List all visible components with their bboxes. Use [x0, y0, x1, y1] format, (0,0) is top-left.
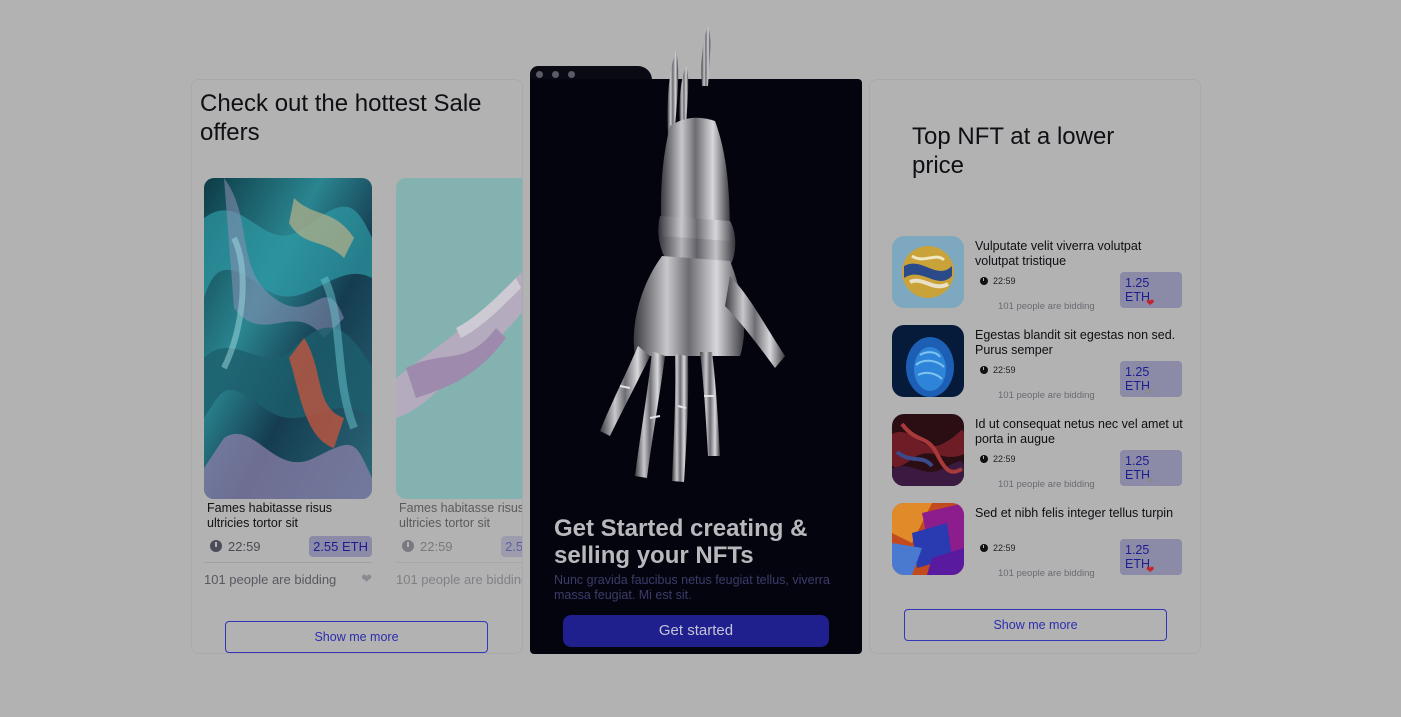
- item-time: 22:59: [980, 365, 1016, 375]
- price-badge: 2.55 ETH: [501, 535, 522, 557]
- window-dot-icon: [552, 71, 559, 78]
- nft-image[interactable]: [396, 178, 522, 499]
- nft-image[interactable]: [204, 178, 372, 499]
- show-more-button[interactable]: Show me more: [225, 621, 488, 653]
- clock-icon: [402, 540, 414, 552]
- nft-time: 22:59: [396, 539, 453, 554]
- chrome-hand-image: [600, 26, 785, 482]
- get-started-headline: Get Started creating & selling your NFTs: [554, 515, 808, 569]
- clock-icon: [980, 544, 988, 552]
- clock-icon: [980, 455, 988, 463]
- list-item[interactable]: Egestas blandit sit egestas non sed. Pur…: [892, 325, 1182, 401]
- item-title: Vulputate velit viverra volutpat volutpa…: [975, 239, 1142, 268]
- sale-offers-card: Check out the hottest Sale offers Fames …: [191, 79, 523, 654]
- item-time: 22:59: [980, 543, 1016, 553]
- window-dot-icon: [568, 71, 575, 78]
- nft-card[interactable]: Fames habitasse risus ultricies tortor s…: [204, 178, 372, 587]
- heart-icon[interactable]: ❤: [361, 571, 372, 587]
- item-title: Egestas blandit sit egestas non sed. Pur…: [975, 328, 1176, 357]
- bidding-count: 101 people are bidding: [998, 479, 1095, 490]
- heart-icon[interactable]: ❤: [1146, 476, 1154, 487]
- top-nft-card: Top NFT at a lower price Vulputate velit…: [869, 79, 1201, 654]
- nft-thumbnail[interactable]: [892, 325, 964, 397]
- bidding-count: 101 people are bidding: [998, 568, 1095, 579]
- item-title: Sed et nibh felis integer tellus turpin: [975, 506, 1174, 520]
- item-title: Id ut consequat netus nec vel amet ut po…: [975, 417, 1183, 446]
- nft-time: 22:59: [204, 539, 261, 554]
- price-badge: 2.55 ETH: [309, 535, 372, 557]
- clock-icon: [980, 277, 988, 285]
- bidding-count: 101 people are bidding: [998, 390, 1095, 401]
- clock-icon: [980, 366, 988, 374]
- bidding-count: 101 people are bidding: [396, 571, 523, 587]
- clock-icon: [210, 540, 222, 552]
- get-started-button[interactable]: Get started: [563, 615, 829, 647]
- list-item[interactable]: Vulputate velit viverra volutpat volutpa…: [892, 236, 1182, 312]
- heart-icon[interactable]: ❤: [1146, 387, 1154, 398]
- list-item[interactable]: Sed et nibh felis integer tellus turpin …: [892, 503, 1182, 579]
- window-dot-icon: [536, 71, 543, 78]
- item-time: 22:59: [980, 454, 1016, 464]
- sale-offers-title: Check out the hottest Sale offers: [200, 90, 482, 146]
- heart-icon[interactable]: ❤: [1146, 298, 1154, 309]
- nft-name: Fames habitasse risus ultricies tortor s…: [207, 501, 333, 530]
- list-item[interactable]: Id ut consequat netus nec vel amet ut po…: [892, 414, 1183, 490]
- heart-icon[interactable]: ❤: [1146, 565, 1154, 576]
- divider: [204, 562, 372, 563]
- show-more-button[interactable]: Show me more: [904, 609, 1167, 641]
- bidding-count: 101 people are bidding: [998, 301, 1095, 312]
- nft-name: Fames habitasse risus ultricies tortor s…: [399, 501, 523, 530]
- get-started-subtext: Nunc gravida faucibus netus feugiat tell…: [554, 573, 830, 602]
- top-nft-title: Top NFT at a lower price: [912, 123, 1115, 179]
- divider: [396, 562, 522, 563]
- bidding-count: 101 people are bidding: [204, 571, 337, 587]
- item-time: 22:59: [980, 276, 1016, 286]
- nft-thumbnail[interactable]: [892, 503, 964, 575]
- nft-thumbnail[interactable]: [892, 414, 964, 486]
- nft-card[interactable]: Fames habitasse risus ultricies tortor s…: [396, 178, 523, 587]
- nft-thumbnail[interactable]: [892, 236, 964, 308]
